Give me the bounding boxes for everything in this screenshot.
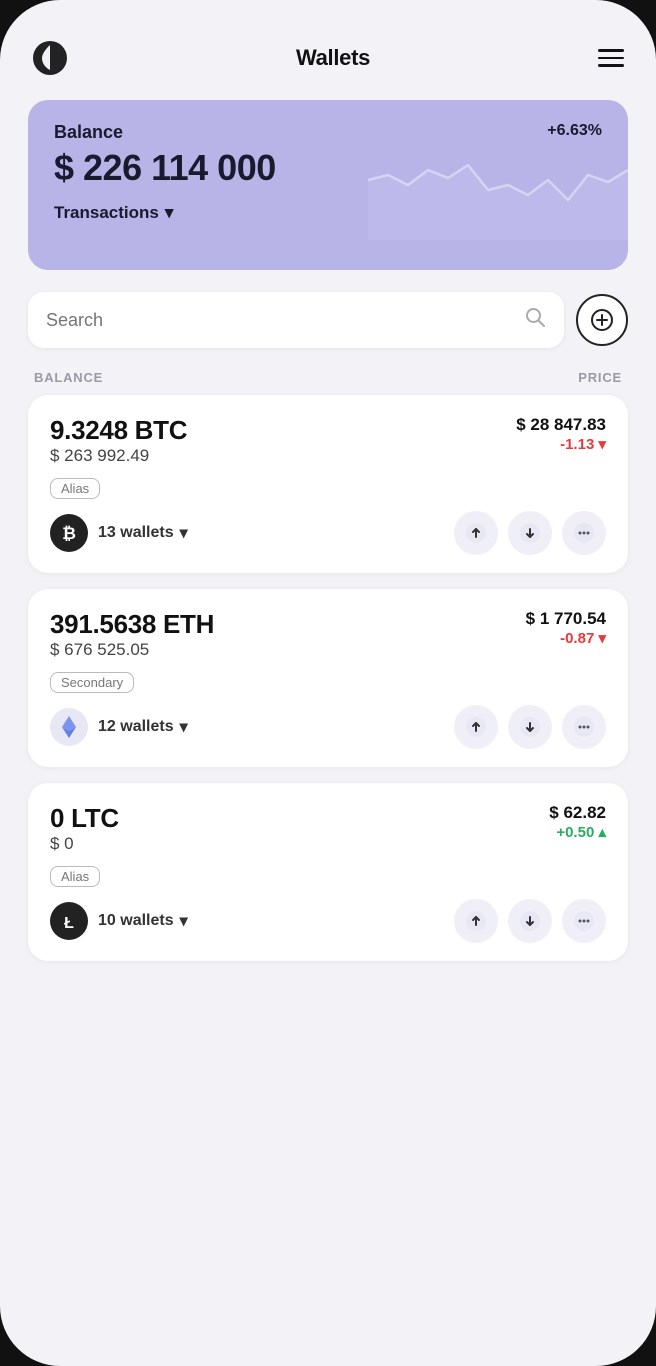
chevron-down-icon: ▾ — [180, 717, 188, 737]
eth-more-button[interactable] — [562, 705, 606, 749]
btc-wallet-count: 13 wallets ▾ — [98, 523, 188, 543]
balance-card: Balance +6.63% $ 226 114 000 Transaction… — [28, 100, 628, 270]
down-arrow-icon: ▾ — [598, 436, 606, 453]
balance-chart — [368, 130, 628, 240]
header: Wallets — [28, 40, 628, 100]
page-title: Wallets — [296, 45, 370, 71]
search-box — [28, 292, 564, 348]
btc-send-button[interactable] — [454, 511, 498, 555]
ltc-usd-value: $ 0 — [50, 834, 119, 854]
eth-amount: 391.5638 ETH — [50, 609, 214, 640]
phone-container: Wallets Balance +6.63% $ 226 114 000 Tra… — [0, 0, 656, 1366]
transactions-label: Transactions — [54, 203, 159, 223]
search-input[interactable] — [46, 310, 512, 331]
btc-change: -1.13 ▾ — [516, 435, 606, 453]
chevron-down-icon: ▾ — [180, 911, 188, 931]
btc-usd-value: $ 263 992.49 — [50, 446, 187, 466]
crypto-list: 9.3248 BTC $ 263 992.49 $ 28 847.83 -1.1… — [28, 395, 628, 961]
eth-receive-button[interactable] — [508, 705, 552, 749]
crypto-card-btc: 9.3248 BTC $ 263 992.49 $ 28 847.83 -1.1… — [28, 395, 628, 573]
search-row — [28, 292, 628, 348]
eth-usd-value: $ 676 525.05 — [50, 640, 214, 660]
btc-alias-tag: Alias — [50, 478, 100, 499]
price-column-header: PRICE — [578, 370, 622, 385]
crypto-card-ltc: 0 LTC $ 0 $ 62.82 +0.50 ▴ Alias — [28, 783, 628, 961]
eth-alias-tag: Secondary — [50, 672, 134, 693]
search-icon — [524, 306, 546, 334]
app-logo — [32, 40, 68, 76]
balance-column-header: BALANCE — [34, 370, 103, 385]
ltc-change: +0.50 ▴ — [549, 823, 606, 841]
ltc-alias-tag: Alias — [50, 866, 100, 887]
btc-logo: ₿ — [50, 514, 88, 552]
btc-price: $ 28 847.83 — [516, 415, 606, 435]
add-wallet-button[interactable] — [576, 294, 628, 346]
column-headers: BALANCE PRICE — [28, 370, 628, 395]
up-arrow-icon: ▴ — [598, 824, 606, 841]
svg-text:Ł: Ł — [64, 915, 74, 932]
crypto-card-eth: 391.5638 ETH $ 676 525.05 $ 1 770.54 -0.… — [28, 589, 628, 767]
svg-text:₿: ₿ — [62, 524, 76, 543]
btc-receive-button[interactable] — [508, 511, 552, 555]
eth-send-button[interactable] — [454, 705, 498, 749]
btc-more-button[interactable] — [562, 511, 606, 555]
btc-amount: 9.3248 BTC — [50, 415, 187, 446]
ltc-amount: 0 LTC — [50, 803, 119, 834]
eth-change: -0.87 ▾ — [526, 629, 606, 647]
balance-label: Balance — [54, 122, 123, 143]
eth-logo — [50, 708, 88, 746]
ltc-receive-button[interactable] — [508, 899, 552, 943]
eth-price: $ 1 770.54 — [526, 609, 606, 629]
ltc-more-button[interactable] — [562, 899, 606, 943]
down-arrow-icon: ▾ — [598, 630, 606, 647]
ltc-wallet-count: 10 wallets ▾ — [98, 911, 188, 931]
menu-button[interactable] — [598, 49, 624, 67]
chevron-down-icon: ▾ — [180, 523, 188, 543]
ltc-price: $ 62.82 — [549, 803, 606, 823]
eth-wallet-count: 12 wallets ▾ — [98, 717, 188, 737]
chevron-down-icon: ▾ — [165, 203, 174, 223]
ltc-send-button[interactable] — [454, 899, 498, 943]
ltc-logo: Ł — [50, 902, 88, 940]
